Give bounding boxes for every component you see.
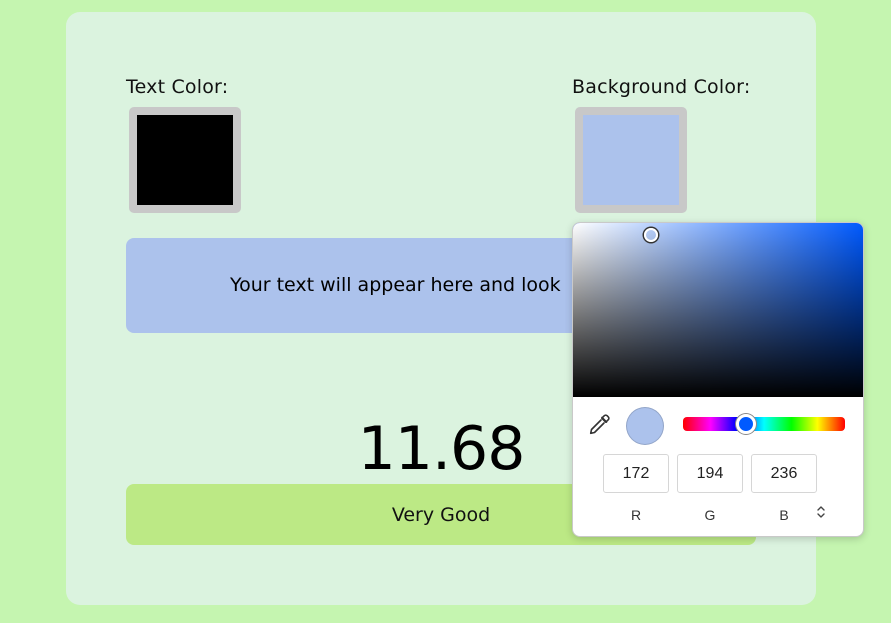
contrast-rating-label: Very Good [391,503,491,526]
green-channel-input[interactable] [677,454,743,493]
background-color-label: Background Color: [572,76,751,98]
saturation-value-cursor[interactable] [644,228,658,242]
saturation-value-area[interactable] [573,223,863,397]
text-color-label: Text Color: [126,76,229,98]
hue-slider-thumb[interactable] [736,414,757,434]
current-color-preview [626,407,664,445]
up-down-chevron-icon[interactable] [814,504,828,524]
red-channel-label: R [630,507,642,523]
green-channel-label: G [704,507,716,523]
blue-channel-label: B [779,507,789,523]
color-picker-popup: R G B [572,222,864,537]
red-channel-input[interactable] [603,454,669,493]
eyedropper-icon[interactable] [587,413,611,437]
text-color-swatch[interactable] [129,107,241,213]
background-color-swatch[interactable] [575,107,687,213]
blue-channel-input[interactable] [751,454,817,493]
hue-slider[interactable] [683,414,845,434]
preview-text: Your text will appear here and look [230,274,561,296]
